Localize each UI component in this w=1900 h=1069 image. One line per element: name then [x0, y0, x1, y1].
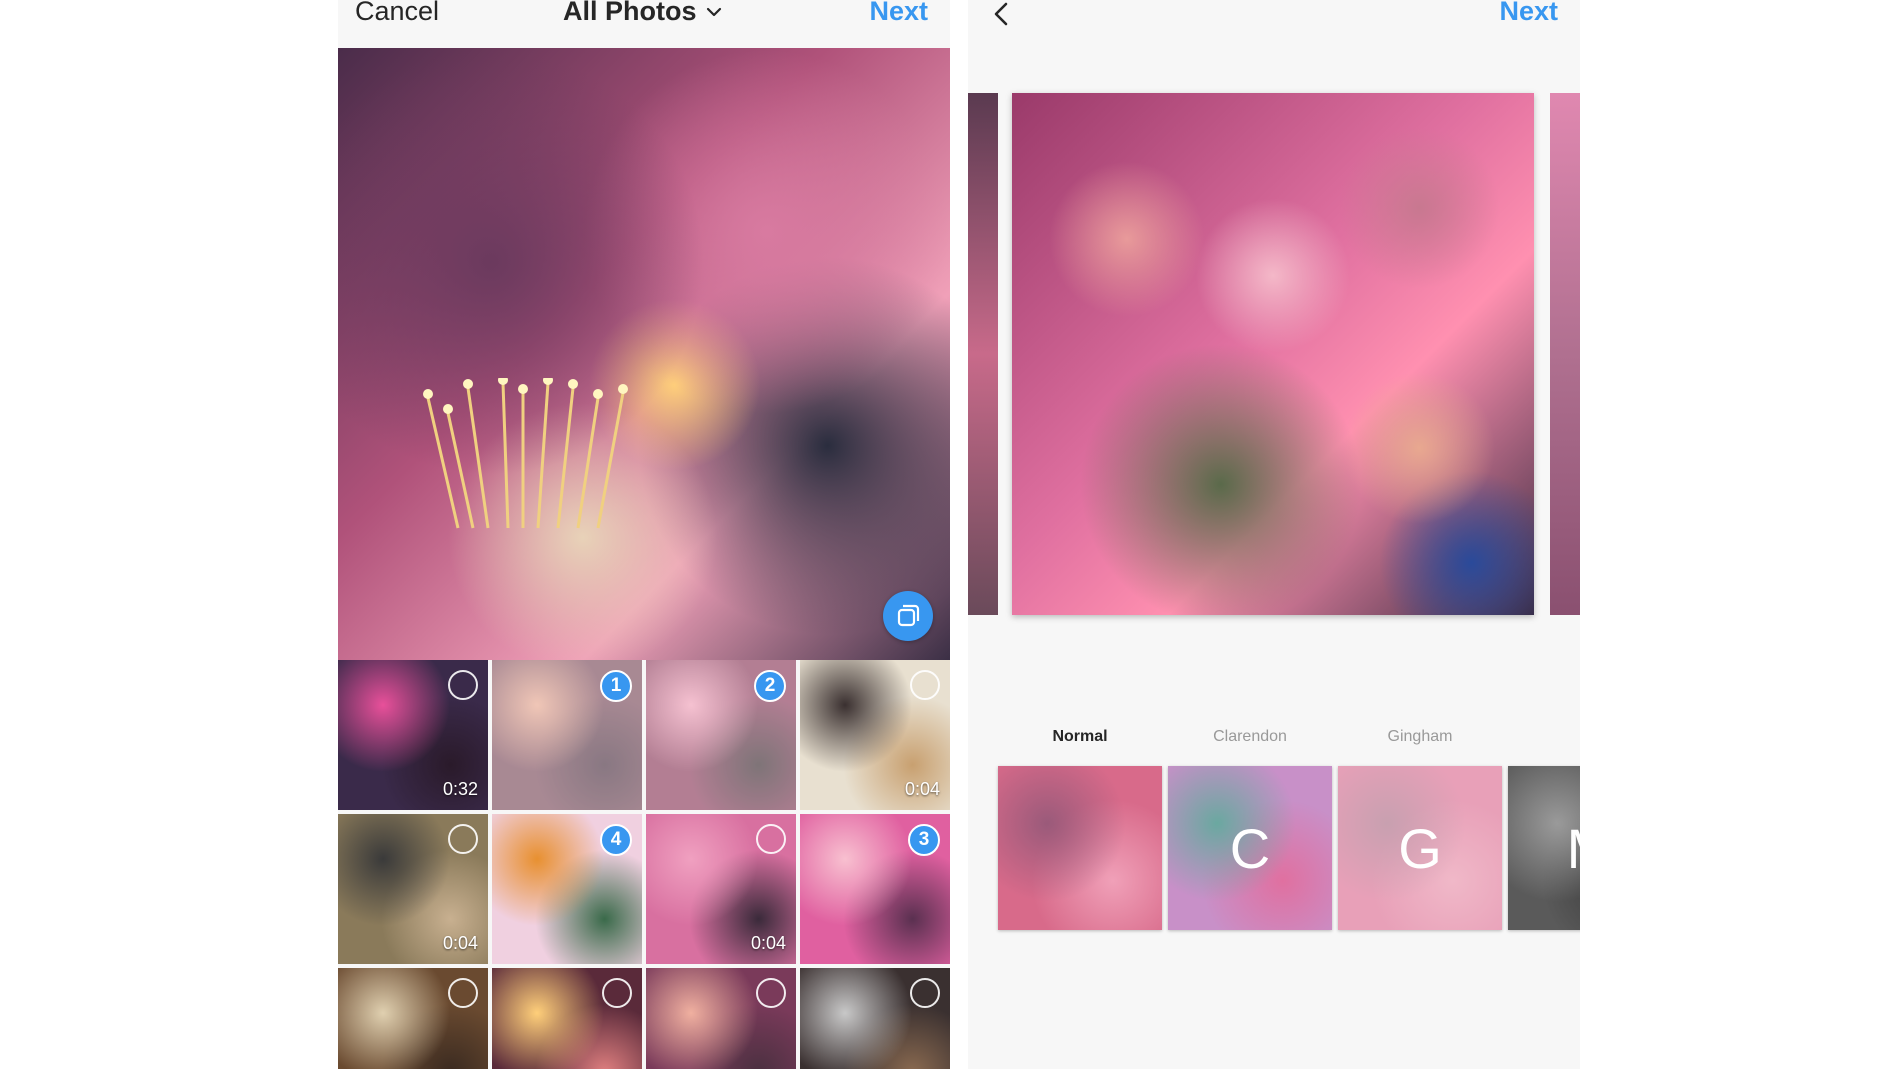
selection-number-badge[interactable]: 1 — [600, 670, 632, 702]
filter-thumbnail[interactable]: G — [1338, 766, 1502, 930]
grid-thumbnail[interactable]: 1 — [492, 660, 642, 810]
photo-carousel[interactable] — [968, 93, 1580, 615]
selection-circle[interactable] — [448, 978, 478, 1008]
filter-letter: M — [1567, 816, 1580, 881]
photo-grid: 0:32 1 2 0:04 0:04 4 0:04 3 — [338, 660, 950, 1069]
filter-strip: NormalClarendonCGinghamGMM — [998, 728, 1580, 930]
filter-option[interactable]: Normal — [998, 728, 1162, 930]
candles-illustration — [423, 378, 628, 529]
video-duration: 0:04 — [442, 933, 478, 953]
grid-thumbnail[interactable]: 4 — [492, 814, 642, 964]
cancel-button[interactable]: Cancel — [355, 0, 439, 27]
selection-circle[interactable] — [910, 978, 940, 1008]
video-duration: 0:04 — [750, 933, 786, 953]
filter-letter: C — [1229, 816, 1271, 880]
filter-name: Normal — [1052, 728, 1108, 745]
grid-thumbnail[interactable]: 0:04 — [646, 814, 796, 964]
filter-name: Gingham — [1387, 728, 1453, 745]
filter-option[interactable]: MM — [1508, 728, 1580, 930]
grid-thumbnail[interactable]: 0:04 — [338, 814, 488, 964]
grid-thumbnail[interactable]: 0:32 — [338, 660, 488, 810]
filter-screen: Next NormalClarendonCGinghamGMM — [968, 0, 1580, 1069]
selection-circle[interactable] — [756, 824, 786, 854]
filter-letter: G — [1398, 816, 1442, 880]
carousel-current-slide[interactable] — [1012, 93, 1534, 615]
filter-option[interactable]: Clarendon C — [1168, 728, 1332, 930]
filter-name: Clarendon — [1213, 728, 1287, 745]
carousel-next-slide[interactable] — [1550, 93, 1580, 615]
filter-thumbnail[interactable]: M — [1508, 766, 1580, 930]
multi-select-button[interactable] — [883, 591, 933, 641]
carousel-prev-slide[interactable] — [968, 93, 998, 615]
chevron-down-icon — [706, 7, 721, 16]
next-button[interactable]: Next — [1499, 0, 1558, 27]
gallery-top-bar: Cancel All Photos Next — [338, 0, 950, 48]
filter-option[interactable]: Gingham G — [1338, 728, 1502, 930]
video-duration: 0:32 — [442, 779, 478, 799]
filter-thumbnail[interactable] — [998, 766, 1162, 930]
selection-circle[interactable] — [602, 978, 632, 1008]
grid-thumbnail[interactable]: 2 — [646, 660, 796, 810]
selection-number-badge[interactable]: 3 — [908, 824, 940, 856]
album-picker[interactable]: All Photos — [563, 0, 723, 27]
grid-thumbnail[interactable] — [492, 968, 642, 1069]
grid-thumbnail[interactable]: 3 — [800, 814, 950, 964]
album-label: All Photos — [563, 0, 697, 26]
selection-number-badge[interactable]: 4 — [600, 824, 632, 856]
selection-number-badge[interactable]: 2 — [754, 670, 786, 702]
chevron-left-icon[interactable] — [990, 0, 1014, 32]
grid-thumbnail[interactable]: 0:04 — [800, 660, 950, 810]
next-button[interactable]: Next — [869, 0, 928, 27]
filter-thumbnail[interactable]: C — [1168, 766, 1332, 930]
grid-thumbnail[interactable] — [646, 968, 796, 1069]
grid-thumbnail[interactable] — [338, 968, 488, 1069]
grid-thumbnail[interactable] — [800, 968, 950, 1069]
selection-circle[interactable] — [448, 670, 478, 700]
filter-name: M — [1508, 728, 1580, 752]
selected-photo-preview[interactable] — [338, 48, 950, 660]
video-duration: 0:04 — [904, 779, 940, 799]
selection-circle[interactable] — [448, 824, 478, 854]
gallery-screen: Cancel All Photos Next 0:32 1 2 0:04 0:0… — [338, 0, 950, 1069]
selection-circle[interactable] — [910, 670, 940, 700]
multi-select-icon — [897, 604, 920, 627]
selection-circle[interactable] — [756, 978, 786, 1008]
